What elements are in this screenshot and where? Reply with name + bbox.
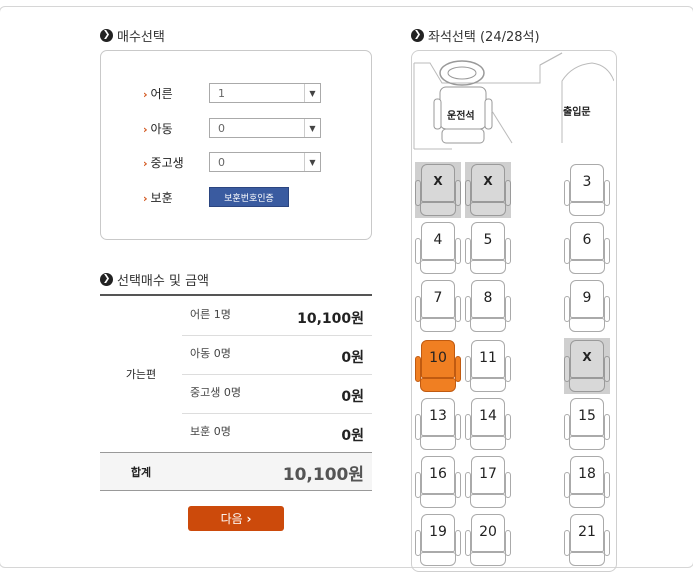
seat-14[interactable]: 14 (465, 396, 511, 452)
seat-5[interactable]: 5 (465, 220, 511, 276)
veteran-label: › 보훈 (143, 191, 173, 205)
door-label: 출입문 (563, 107, 591, 118)
student-count-select[interactable]: 0 ▼ (209, 152, 321, 172)
seat-number: 16 (429, 466, 447, 482)
seat-3[interactable]: 3 (564, 162, 610, 218)
veteran-auth-button[interactable]: 보훈번호인증 (209, 187, 289, 207)
seat-number: 13 (429, 408, 447, 424)
chevron-icon: › (143, 192, 148, 205)
summary-row: 아동 0명 0원 (182, 335, 372, 375)
seat-number: 18 (578, 466, 596, 482)
seat-20[interactable]: 20 (465, 512, 511, 568)
seat-number: 20 (479, 524, 497, 540)
seat-11[interactable]: 11 (465, 338, 511, 394)
seat-number: 17 (479, 466, 497, 482)
seat-10[interactable]: 10 (415, 338, 461, 394)
total-label: 합계 (130, 466, 152, 479)
trip-group-label: 가는편 (125, 368, 157, 381)
seat-13[interactable]: 13 (415, 396, 461, 452)
summary-row: 어른 1명 10,100원 (182, 296, 372, 336)
seat-number: 14 (479, 408, 497, 424)
seat-9[interactable]: 9 (564, 278, 610, 334)
seat-number: 10 (429, 350, 447, 366)
ticket-section-title: ❯ 매수선택 (100, 26, 165, 45)
seat-19[interactable]: 19 (415, 512, 461, 568)
seat-17[interactable]: 17 (465, 454, 511, 510)
seat-number: 11 (479, 350, 497, 366)
seat-number: X (433, 174, 443, 188)
seat-4[interactable]: 4 (415, 220, 461, 276)
chevron-right-icon: ❯ (100, 29, 113, 42)
seat-21[interactable]: 21 (564, 512, 610, 568)
driver-seat-label: 운전석 (447, 111, 475, 122)
ticket-title: 매수선택 (117, 30, 165, 45)
student-label: › 중고생 (143, 156, 184, 170)
seat-18[interactable]: 18 (564, 454, 610, 510)
driver-area-icon (413, 52, 614, 150)
next-button[interactable]: 다음 › (188, 506, 284, 531)
chevron-down-icon: ▼ (304, 84, 320, 102)
seat-number: 5 (483, 232, 493, 248)
seat-number: 7 (433, 290, 443, 306)
seat-sold-1: X (415, 162, 461, 218)
child-label: › 아동 (143, 122, 173, 136)
seat-number: X (582, 350, 592, 364)
seat-number: 19 (429, 524, 447, 540)
chevron-right-icon: ❯ (100, 273, 113, 286)
seat-sold-12: X (564, 338, 610, 394)
seat-sold-2: X (465, 162, 511, 218)
total-amount: 10,100원 (282, 465, 364, 485)
chevron-icon: › (143, 88, 148, 101)
adult-label: › 어른 (143, 87, 173, 101)
summary-section-title: ❯ 선택매수 및 금액 (100, 270, 209, 289)
adult-count-select[interactable]: 1 ▼ (209, 83, 321, 103)
seat-number: 6 (582, 232, 592, 248)
child-count-select[interactable]: 0 ▼ (209, 118, 321, 138)
seat-7[interactable]: 7 (415, 278, 461, 334)
total-row: 합계 10,100원 (100, 452, 372, 491)
seat-number: 9 (582, 290, 592, 306)
seat-6[interactable]: 6 (564, 220, 610, 276)
seat-number: X (483, 174, 493, 188)
summary-row: 보훈 0명 0원 (190, 425, 364, 444)
seat-8[interactable]: 8 (465, 278, 511, 334)
seat-section-title: ❯ 좌석선택 (24/28석) (411, 26, 540, 45)
chevron-right-icon: › (246, 511, 252, 526)
seat-number: 15 (578, 408, 596, 424)
chevron-down-icon: ▼ (304, 153, 320, 171)
seat-number: 21 (578, 524, 596, 540)
summary-row: 중고생 0명 0원 (182, 374, 372, 414)
ticket-count-box: › 어른 1 ▼ › 아동 0 ▼ › 중고생 0 ▼ › 보훈 보훈번호인증 (100, 50, 372, 240)
chevron-down-icon: ▼ (304, 119, 320, 137)
summary-title: 선택매수 및 금액 (117, 274, 209, 289)
seat-15[interactable]: 15 (564, 396, 610, 452)
seat-number: 3 (582, 174, 592, 190)
chevron-right-icon: ❯ (411, 29, 424, 42)
chevron-icon: › (143, 123, 148, 136)
seat-number: 8 (483, 290, 493, 306)
seat-16[interactable]: 16 (415, 454, 461, 510)
seat-title: 좌석선택 (24/28석) (428, 30, 540, 45)
seat-number: 4 (433, 232, 443, 248)
chevron-icon: › (143, 157, 148, 170)
